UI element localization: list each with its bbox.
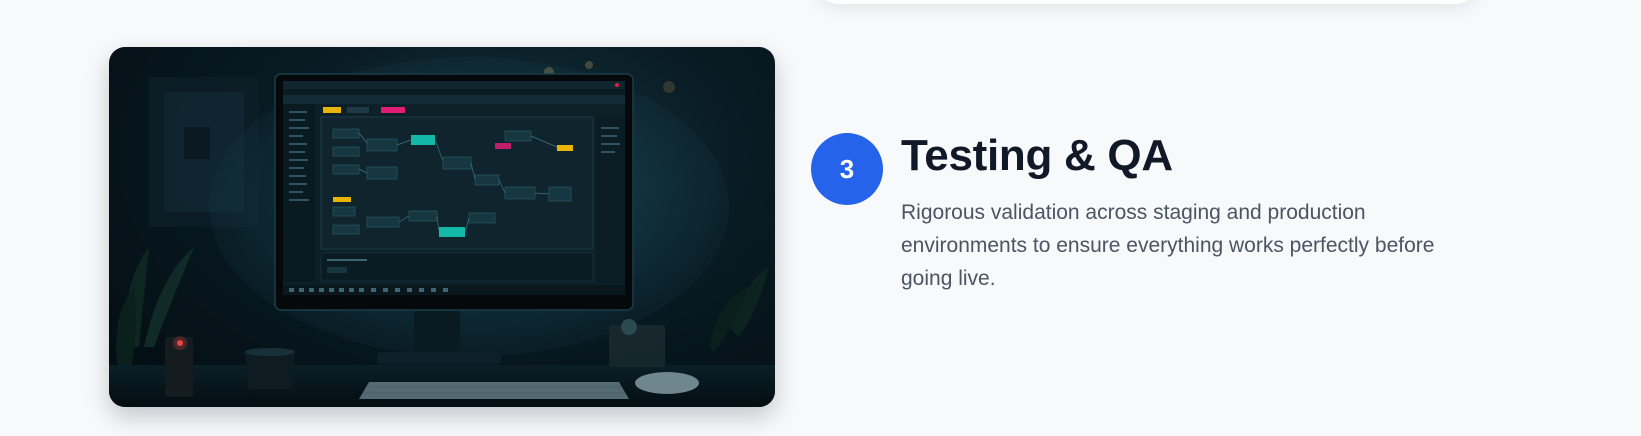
step-title: Testing & QA: [901, 131, 1173, 180]
plant-right: [709, 267, 769, 352]
process-step-section: 3 Testing & QA Rigorous validation acros…: [0, 0, 1641, 436]
previous-card-edge: [812, 0, 1482, 4]
step-number-badge: 3: [811, 133, 883, 205]
step-description: Rigorous validation across staging and p…: [901, 201, 1435, 290]
step-illustration-photo: [109, 47, 775, 407]
monitor-scene-image: [109, 57, 775, 407]
